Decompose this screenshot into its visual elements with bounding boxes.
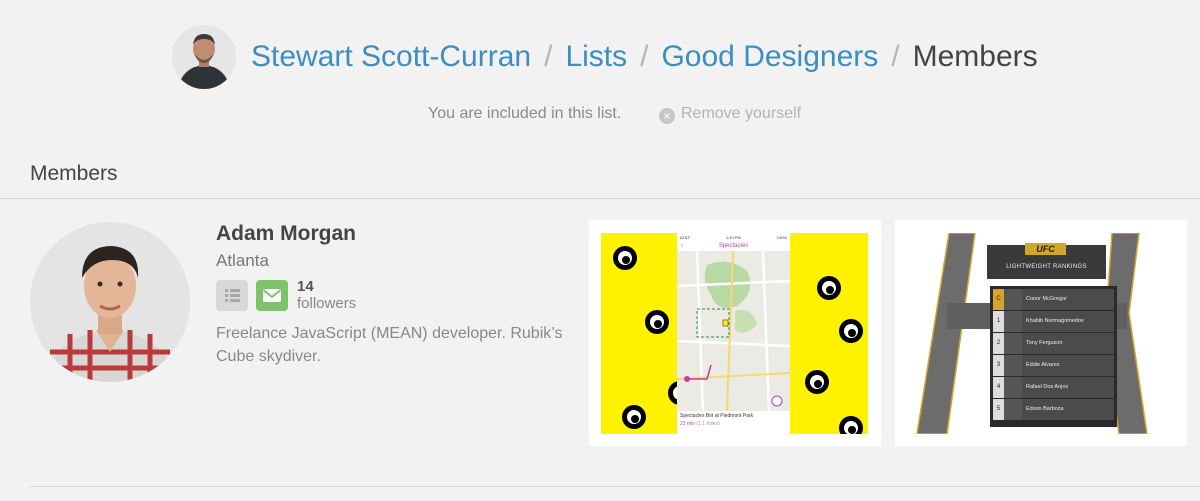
member-avatar[interactable] [30,222,190,382]
status-bar: AT&T 1:20 PM 100% [677,233,790,241]
followers-label: followers [297,295,357,312]
rankings-header: UFC LIGHTWEIGHT RANKINGS [987,243,1106,279]
fighter-name: Khabib Nurmagomedov [1022,311,1114,332]
followers-count: 14 [297,278,314,295]
rank-label: 1 [993,311,1004,332]
rankings-table: C Conor McGregor 1 Khabib Nurmagomedov 2… [990,286,1117,427]
breadcrumb: Stewart Scott-Curran / Lists / Good Designer… [251,36,1038,78]
fighter-photo [1004,399,1022,420]
breadcrumb-lists-link[interactable]: Lists [565,40,627,73]
page-header: Stewart Scott-Curran / Lists / Good Designer… [0,22,1200,92]
rank-label: C [993,289,1004,310]
app-title: Spectacles [718,243,749,249]
fighter-photo [1004,311,1022,332]
rankings-title: LIGHTWEIGHT RANKINGS [1006,264,1087,270]
ufc-logo: UFC [1025,243,1066,255]
breadcrumb-separator: / [640,40,649,73]
shot-thumbnail: UFC LIGHTWEIGHT RANKINGS C Conor McGrego… [907,233,1174,434]
fighter-name: Conor McGregor [1022,289,1114,310]
fighter-photo [1004,289,1022,310]
breadcrumb-separator: / [891,40,900,73]
breadcrumb-owner-link[interactable]: Stewart Scott-Curran [251,40,531,73]
membership-status: You are included in this list. × Remove y… [0,103,1200,125]
phone-screen: AT&T 1:20 PM 100% ‹ Spectacles Spectacle… [677,233,790,434]
fighter-name: Edson Barboza [1022,399,1114,420]
fighter-name: Eddie Alvarez [1022,355,1114,376]
rank-label: 2 [993,333,1004,354]
ranking-row: 5 Edson Barboza [993,399,1114,420]
back-icon: ‹ [681,243,683,249]
list-icon [225,289,240,302]
fighter-name: Rafael Dos Anjos [1022,377,1114,398]
page-title: Members [912,40,1038,73]
ranking-row: 4 Rafael Dos Anjos [993,377,1114,398]
close-circle-icon: × [659,108,675,124]
shot-thumbnail: AT&T 1:20 PM 100% ‹ Spectacles Spectacle… [601,233,868,434]
add-to-list-button[interactable] [216,280,248,311]
member-name[interactable]: Adam Morgan [216,222,356,246]
rank-label: 3 [993,355,1004,376]
fighter-name: Tony Ferguson [1022,333,1114,354]
fighter-photo [1004,355,1022,376]
distance: (1.1 miles) [696,421,720,427]
app-title-bar: ‹ Spectacles [677,241,790,251]
included-notice: You are included in this list. [428,105,622,122]
section-title: Members [30,162,118,185]
fighter-photo [1004,333,1022,354]
remove-yourself-label: Remove yourself [681,105,802,122]
mail-icon [262,289,282,302]
rank-label: 4 [993,377,1004,398]
fighter-photo [1004,377,1022,398]
shot-card-ufc-rankings[interactable]: UFC LIGHTWEIGHT RANKINGS C Conor McGrego… [895,220,1187,446]
place-info: Spectacles Bot at Piedmont Park 22 min (… [677,411,790,429]
ranking-row: 3 Eddie Alvarez [993,355,1114,376]
shot-card-spectacles[interactable]: AT&T 1:20 PM 100% ‹ Spectacles Spectacle… [589,220,881,446]
divider [30,486,1200,487]
ranking-row: C Conor McGregor [993,289,1114,310]
remove-yourself-link[interactable]: × Remove yourself [659,105,801,124]
send-message-button[interactable] [256,280,288,311]
ranking-row: 2 Tony Ferguson [993,333,1114,354]
divider [0,198,1200,199]
map-view [677,251,790,411]
breadcrumb-separator: / [544,40,553,73]
place-title: Spectacles Bot at Piedmont Park [680,413,754,419]
ranking-row: 1 Khabib Nurmagomedov [993,311,1114,332]
member-bio: Freelance JavaScript (MEAN) developer. R… [216,325,563,365]
eta: 22 min [680,421,696,427]
owner-avatar[interactable] [172,25,236,89]
member-location: Atlanta [216,251,269,270]
breadcrumb-list-link[interactable]: Good Designers [661,40,878,73]
rank-label: 5 [993,399,1004,420]
